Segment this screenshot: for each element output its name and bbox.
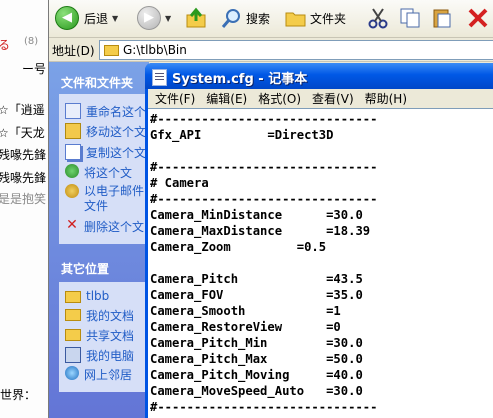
folders-icon	[285, 12, 306, 27]
notepad-titlebar[interactable]: System.cfg - 记事本	[145, 63, 493, 89]
explorer-toolbar: ◀ 后退 ▼ ▶ ▼ 搜索 文件夹	[49, 0, 493, 38]
delete-x-icon	[468, 8, 488, 28]
address-path: G:\tlbb\Bin	[123, 43, 187, 57]
bg-text-line: ー号	[22, 62, 47, 76]
bg-text-line: る	[0, 38, 11, 52]
task-pane: 文件和文件夹 重命名这个 移动这个文 复制这个文 将这个文 以电子邮件 文件 ✕ 删…	[49, 62, 179, 418]
paste-button[interactable]	[431, 7, 453, 29]
menu-edit[interactable]: 编辑(E)	[206, 90, 247, 107]
task-move[interactable]: 移动这个文	[65, 123, 146, 140]
rename-icon	[65, 103, 81, 119]
computer-icon	[65, 347, 81, 363]
email-icon	[65, 184, 79, 198]
config-text[interactable]: #------------------------------ Gfx_API …	[148, 109, 493, 415]
web-publish-icon	[65, 164, 79, 178]
folder-icon	[65, 309, 81, 321]
task-label: 以电子邮件	[84, 184, 145, 198]
notepad-window: System.cfg - 记事本 文件(F) 编辑(E) 格式(O) 查看(V)…	[145, 63, 493, 418]
notepad-menubar: 文件(F) 编辑(E) 格式(O) 查看(V) 帮助(H)	[148, 89, 493, 108]
task-delete[interactable]: ✕ 删除这个文	[65, 218, 144, 235]
notepad-icon	[152, 69, 167, 86]
task-copy[interactable]: 复制这个文	[65, 144, 146, 161]
place-shared-documents[interactable]: 共享文档	[65, 327, 134, 344]
back-button[interactable]: ◀ 后退 ▼	[55, 6, 118, 30]
place-my-computer[interactable]: 我的电脑	[65, 347, 134, 364]
task-rename[interactable]: 重命名这个	[65, 103, 146, 120]
address-bar: 地址(D) G:\tlbb\Bin	[49, 38, 493, 62]
forward-button[interactable]: ▶ ▼	[137, 6, 171, 30]
file-tasks-header[interactable]: 文件和文件夹	[61, 74, 133, 91]
bg-text-line[interactable]: 残喙先鋒	[0, 169, 46, 186]
search-button[interactable]: 搜索	[221, 7, 270, 29]
copy-icon	[65, 144, 81, 160]
bg-text-line: (8)	[24, 36, 39, 47]
place-label: tlbb	[86, 289, 110, 303]
task-label: 将这个文	[84, 166, 133, 180]
menu-help[interactable]: 帮助(H)	[365, 90, 407, 107]
scissors-icon	[368, 8, 388, 29]
network-icon	[65, 366, 79, 380]
folder-icon	[65, 291, 81, 303]
task-publish[interactable]: 将这个文	[65, 164, 132, 181]
delete-icon: ✕	[66, 217, 78, 233]
chevron-down-icon[interactable]: ▼	[165, 14, 171, 23]
window-title: System.cfg - 记事本	[172, 72, 308, 87]
move-icon	[65, 123, 81, 139]
task-label: 复制这个文	[86, 146, 147, 160]
forward-arrow-icon: ▶	[137, 6, 161, 30]
bg-text-line[interactable]: ☆「逍遥	[0, 101, 45, 118]
bg-text-line: 世界：	[0, 388, 37, 402]
place-tlbb[interactable]: tlbb	[65, 289, 109, 303]
task-email[interactable]: 以电子邮件 文件	[65, 184, 144, 214]
menu-format[interactable]: 格式(O)	[258, 90, 301, 107]
menu-file[interactable]: 文件(F)	[155, 90, 195, 107]
folders-button[interactable]: 文件夹	[285, 7, 346, 29]
task-label: 重命名这个	[86, 105, 147, 119]
other-places-header[interactable]: 其它位置	[61, 260, 109, 277]
search-label: 搜索	[246, 11, 271, 26]
place-network[interactable]: 网上邻居	[65, 366, 132, 383]
paste-icon	[433, 9, 451, 28]
folder-icon	[65, 329, 81, 341]
task-label: 移动这个文	[86, 125, 147, 139]
place-label: 我的文档	[86, 309, 135, 323]
up-folder-button[interactable]	[185, 7, 209, 29]
chevron-down-icon[interactable]: ▼	[112, 14, 118, 23]
task-label: 删除这个文	[84, 220, 145, 234]
delete-button[interactable]	[467, 7, 489, 29]
cut-button[interactable]	[367, 7, 389, 29]
place-my-documents[interactable]: 我的文档	[65, 307, 134, 324]
bg-text-line[interactable]: ☆「天龙	[0, 124, 45, 141]
place-label: 网上邻居	[84, 368, 133, 382]
address-label: 地址(D)	[52, 44, 95, 58]
place-label: 我的电脑	[86, 349, 135, 363]
bg-text-line: 是是抱笑	[0, 192, 47, 206]
back-arrow-icon: ◀	[55, 6, 79, 30]
address-input[interactable]: G:\tlbb\Bin	[99, 40, 493, 60]
folder-icon	[104, 44, 119, 56]
notepad-text-area[interactable]: #------------------------------ Gfx_API …	[148, 108, 493, 418]
up-folder-icon	[186, 7, 206, 28]
place-label: 共享文档	[86, 329, 135, 343]
background-browser-page: る (8) ー号 ☆「逍遥 ☆「天龙 残喙先鋒 残喙先鋒 是是抱笑 世界：	[0, 0, 48, 418]
menu-view[interactable]: 查看(V)	[312, 90, 354, 107]
folders-label: 文件夹	[310, 11, 347, 26]
back-label: 后退	[84, 11, 109, 26]
copy-button[interactable]	[399, 7, 421, 29]
task-label: 文件	[84, 199, 109, 213]
bg-text-line[interactable]: 残喙先鋒	[0, 146, 46, 163]
search-icon	[221, 9, 240, 28]
copy-icon	[400, 8, 420, 28]
